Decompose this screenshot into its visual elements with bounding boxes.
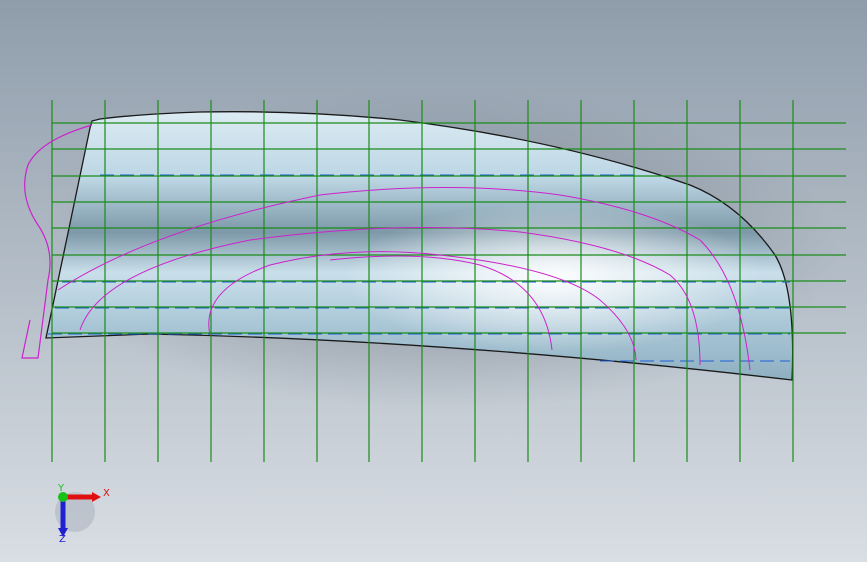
graphics-viewport[interactable]: X Y Z xyxy=(0,0,867,562)
model-scene[interactable]: X Y Z xyxy=(0,0,867,562)
y-axis-label: Y xyxy=(57,483,65,494)
x-axis-label: X xyxy=(103,488,110,499)
z-axis-label: Z xyxy=(59,534,66,545)
